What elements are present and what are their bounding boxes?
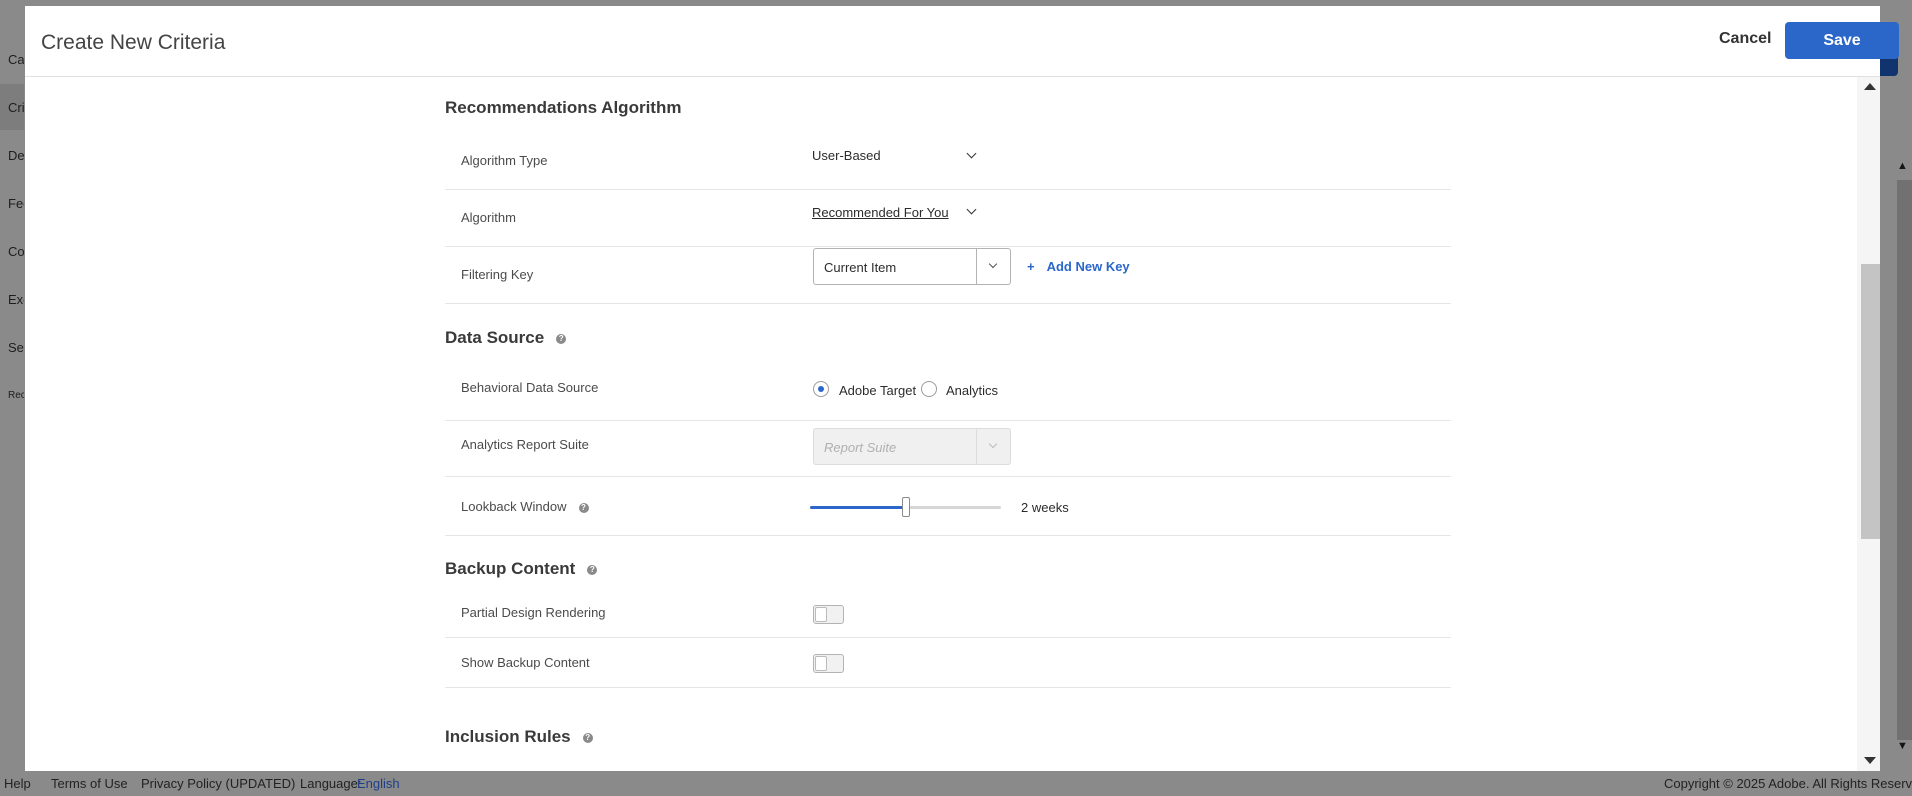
- report-suite-placeholder: Report Suite: [824, 440, 897, 455]
- section-title-inclusion: Inclusion Rules?: [445, 727, 593, 747]
- help-icon[interactable]: ?: [578, 502, 589, 513]
- partial-design-toggle[interactable]: [813, 605, 844, 624]
- help-icon[interactable]: ?: [556, 333, 567, 344]
- toggle-knob: [815, 656, 827, 671]
- section-title-algorithm: Recommendations Algorithm: [445, 98, 682, 117]
- data-source-title: Data Source: [445, 328, 545, 347]
- row-label: Behavioral Data Source: [461, 380, 599, 395]
- footer-language-link[interactable]: English: [357, 776, 400, 791]
- algorithm-type-select[interactable]: User-Based: [812, 148, 881, 163]
- modal-body: Recommendations Algorithm Algorithm Type…: [25, 77, 1880, 771]
- report-suite-select: Report Suite: [813, 428, 1011, 465]
- row-show-backup-content: Show Backup Content: [445, 638, 1451, 688]
- page-footer: Help Terms of Use Privacy Policy (UPDATE…: [0, 770, 1912, 796]
- modal-scrollbar-thumb[interactable]: [1861, 264, 1880, 539]
- row-label: Filtering Key: [461, 267, 534, 282]
- lookback-slider-handle[interactable]: [901, 497, 910, 517]
- footer-terms-link[interactable]: Terms of Use: [51, 776, 128, 791]
- help-icon[interactable]: ?: [582, 732, 593, 743]
- footer-copyright: Copyright © 2025 Adobe. All Rights Reser…: [1664, 776, 1912, 791]
- lookback-slider-fill: [810, 506, 906, 509]
- filtering-key-value: Current Item: [824, 260, 897, 275]
- row-label: Algorithm: [461, 210, 516, 225]
- plus-icon: +: [1027, 259, 1035, 274]
- toggle-knob: [815, 607, 827, 622]
- create-criteria-modal: Create New Criteria Cancel Save Recommen…: [25, 6, 1899, 771]
- save-button[interactable]: Save: [1785, 22, 1899, 59]
- footer-privacy-link[interactable]: Privacy Policy (UPDATED): [141, 776, 295, 791]
- footer-language-label: Language:: [300, 776, 362, 791]
- chevron-down-icon: [988, 439, 998, 449]
- section-title-data-source: Data Source?: [445, 328, 567, 348]
- row-label: Partial Design Rendering: [461, 605, 606, 620]
- row-label: Lookback Window?: [461, 499, 589, 514]
- cancel-button[interactable]: Cancel: [1719, 30, 1771, 48]
- radio-adobe-target[interactable]: [813, 381, 829, 397]
- row-label: Show Backup Content: [461, 655, 590, 670]
- row-algorithm-type: Algorithm Type: [445, 133, 1451, 190]
- lookback-value: 2 weeks: [1021, 500, 1069, 515]
- scroll-down-icon[interactable]: [1864, 757, 1876, 764]
- chevron-down-icon: [988, 259, 998, 269]
- modal-title: Create New Criteria: [41, 31, 226, 54]
- filtering-key-select[interactable]: Current Item: [813, 248, 1011, 285]
- radio-label-analytics[interactable]: Analytics: [946, 383, 998, 398]
- algorithm-select[interactable]: Recommended For You: [812, 205, 949, 220]
- select-divider: [976, 429, 977, 464]
- scroll-up-icon[interactable]: [1864, 83, 1876, 90]
- select-divider: [976, 249, 977, 284]
- radio-analytics[interactable]: [921, 381, 937, 397]
- row-partial-design-rendering: Partial Design Rendering: [445, 587, 1451, 638]
- modal-header: Create New Criteria Cancel Save: [25, 6, 1899, 77]
- row-label: Analytics Report Suite: [461, 437, 589, 452]
- add-new-key-label: Add New Key: [1046, 259, 1130, 274]
- footer-help-link[interactable]: Help: [4, 776, 31, 791]
- backup-content-title: Backup Content: [445, 559, 576, 578]
- lookback-window-label: Lookback Window: [461, 499, 567, 514]
- modal-scrollbar[interactable]: [1857, 77, 1880, 771]
- help-icon[interactable]: ?: [587, 564, 598, 575]
- add-new-key-button[interactable]: + Add New Key: [1027, 259, 1130, 274]
- show-backup-toggle[interactable]: [813, 654, 844, 673]
- row-label: Algorithm Type: [461, 153, 548, 168]
- section-title-backup: Backup Content?: [445, 559, 598, 579]
- inclusion-rules-title: Inclusion Rules: [445, 727, 571, 746]
- radio-label-adobe-target[interactable]: Adobe Target: [839, 383, 916, 398]
